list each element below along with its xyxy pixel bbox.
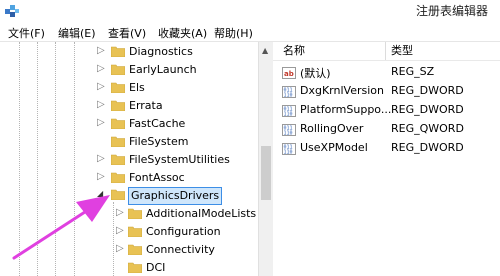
registry-tree[interactable]: ▷ Diagnostics ▷ EarlyLaunch ▷ Els ▷ Erra…: [0, 42, 259, 276]
value-row[interactable]: 011 110 RollingOver REG_QWORD: [273, 121, 500, 139]
registry-editor-icon: [5, 5, 19, 17]
tree-node-errata[interactable]: ▷ Errata: [97, 98, 247, 116]
tree-node-label-selected: GraphicsDrivers: [128, 187, 223, 205]
svg-text:110: 110: [284, 150, 293, 156]
value-row[interactable]: 011 110 PlatformSuppo... REG_DWORD: [273, 102, 500, 120]
value-row[interactable]: 011 110 DxgKrnlVersion REG_DWORD: [273, 83, 500, 101]
binary-value-icon: 011 110: [282, 105, 296, 117]
column-divider[interactable]: [385, 42, 386, 60]
value-name: (默认): [300, 67, 331, 80]
expand-arrow-icon[interactable]: ▷: [97, 153, 105, 164]
folder-icon: [111, 172, 125, 183]
tree-node-graphicsdrivers[interactable]: ◢ GraphicsDrivers: [97, 187, 247, 205]
title-bar: 注册表编辑器: [0, 0, 500, 22]
tree-node-label: Els: [129, 81, 145, 94]
folder-icon: [111, 46, 125, 57]
expand-arrow-icon[interactable]: ▷: [97, 45, 105, 56]
svg-text:110: 110: [284, 131, 293, 137]
scroll-up-icon[interactable]: ▲: [262, 46, 268, 55]
folder-icon: [128, 262, 142, 273]
binary-value-icon: 011 110: [282, 143, 296, 155]
folder-icon: [111, 64, 125, 75]
value-name: PlatformSuppo...: [300, 103, 392, 116]
folder-icon: [111, 82, 125, 93]
svg-text:110: 110: [284, 112, 293, 118]
tree-node-filesystemutilities[interactable]: ▷ FileSystemUtilities: [97, 152, 247, 170]
menu-view[interactable]: 查看(V): [108, 25, 146, 41]
folder-icon: [128, 208, 142, 219]
menu-help[interactable]: 帮助(H): [214, 25, 253, 41]
menu-edit[interactable]: 编辑(E): [58, 25, 96, 41]
value-name: RollingOver: [300, 122, 364, 135]
expand-arrow-icon[interactable]: ▷: [97, 171, 105, 182]
menu-bar: 文件(F) 编辑(E) 查看(V) 收藏夹(A) 帮助(H): [0, 22, 500, 42]
tree-node-connectivity[interactable]: ▷ Connectivity: [116, 242, 256, 260]
tree-node-label: FastCache: [129, 117, 186, 130]
expand-arrow-icon[interactable]: ▷: [97, 63, 105, 74]
values-pane[interactable]: 名称 类型 ab (默认) REG_SZ 011 110 DxgKrnlVers…: [273, 42, 500, 276]
expand-arrow-icon[interactable]: ▷: [97, 99, 105, 110]
tree-node-filesystem[interactable]: FileSystem: [97, 134, 247, 152]
tree-node-label: FontAssoc: [129, 171, 185, 184]
expand-arrow-icon[interactable]: ▷: [97, 117, 105, 128]
tree-scrollbar[interactable]: ▲: [258, 42, 273, 276]
folder-open-icon: [111, 189, 125, 200]
tree-node-label: FileSystemUtilities: [129, 153, 230, 166]
folder-icon: [111, 136, 125, 147]
column-header-name[interactable]: 名称: [283, 42, 305, 60]
window-title: 注册表编辑器: [415, 4, 488, 18]
binary-value-icon: 011 110: [282, 124, 296, 136]
value-type: REG_DWORD: [391, 84, 464, 97]
folder-icon: [128, 244, 142, 255]
tree-node-label: AdditionalModeLists: [146, 207, 257, 220]
tree-node-label: DCI: [146, 261, 166, 274]
folder-icon: [111, 118, 125, 129]
tree-node-fontassoc[interactable]: ▷ FontAssoc: [97, 170, 247, 188]
tree-node-label: Connectivity: [146, 243, 215, 256]
tree-guide-line: [55, 42, 56, 276]
value-name: UseXPModel: [300, 141, 368, 154]
menu-favorites[interactable]: 收藏夹(A): [158, 25, 207, 41]
collapse-arrow-icon[interactable]: ◢: [97, 189, 103, 198]
expand-arrow-icon[interactable]: ▷: [97, 81, 105, 92]
menu-file[interactable]: 文件(F): [8, 25, 45, 41]
tree-node-label: Configuration: [146, 225, 221, 238]
scrollbar-thumb[interactable]: [261, 146, 271, 200]
value-type: REG_QWORD: [391, 122, 464, 135]
tree-node-earlylaunch[interactable]: ▷ EarlyLaunch: [97, 62, 247, 80]
tree-guide-line: [113, 202, 114, 276]
folder-icon: [111, 100, 125, 111]
svg-text:ab: ab: [284, 70, 294, 78]
tree-node-diagnostics[interactable]: ▷ Diagnostics: [97, 44, 247, 62]
value-type: REG_DWORD: [391, 141, 464, 154]
tree-guide-line: [37, 42, 38, 276]
tree-node-label: Errata: [129, 99, 163, 112]
svg-text:110: 110: [284, 93, 293, 99]
tree-node-dci[interactable]: DCI: [116, 260, 256, 276]
tree-node-fastcache[interactable]: ▷ FastCache: [97, 116, 247, 134]
tree-node-label: Diagnostics: [129, 45, 193, 58]
tree-node-label: FileSystem: [129, 135, 189, 148]
folder-icon: [111, 154, 125, 165]
value-name: DxgKrnlVersion: [300, 84, 384, 97]
expand-arrow-icon[interactable]: ▷: [116, 243, 124, 254]
tree-node-additionalmodelists[interactable]: ▷ AdditionalModeLists: [116, 206, 256, 224]
tree-node-label: EarlyLaunch: [129, 63, 197, 76]
value-type: REG_SZ: [391, 65, 435, 78]
header-divider: [273, 60, 500, 61]
tree-guide-line: [19, 42, 20, 276]
value-row[interactable]: 011 110 UseXPModel REG_DWORD: [273, 140, 500, 158]
tree-guide-line: [74, 42, 75, 276]
string-value-icon: ab: [282, 67, 296, 79]
tree-node-els[interactable]: ▷ Els: [97, 80, 247, 98]
binary-value-icon: 011 110: [282, 86, 296, 98]
value-row[interactable]: ab (默认) REG_SZ: [273, 64, 500, 82]
tree-node-configuration[interactable]: ▷ Configuration: [116, 224, 256, 242]
value-type: REG_DWORD: [391, 103, 464, 116]
column-header-type[interactable]: 类型: [391, 42, 413, 60]
folder-icon: [128, 226, 142, 237]
expand-arrow-icon[interactable]: ▷: [116, 207, 124, 218]
expand-arrow-icon[interactable]: ▷: [116, 225, 124, 236]
